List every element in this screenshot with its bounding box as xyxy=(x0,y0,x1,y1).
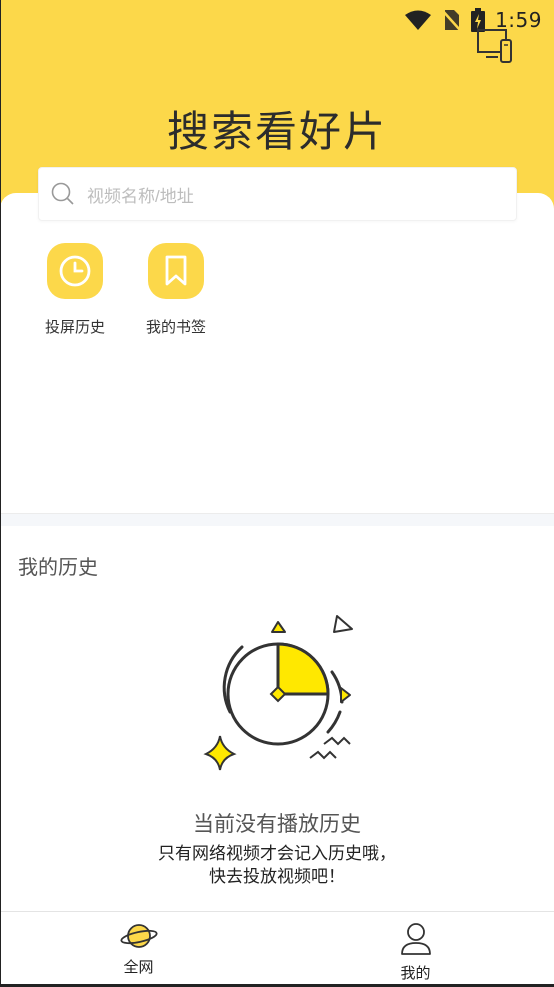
quick-action-bookmarks[interactable]: 我的书签 xyxy=(146,243,206,337)
no-sim-icon xyxy=(441,9,462,31)
quick-action-cast-history[interactable]: 投屏历史 xyxy=(45,243,105,337)
history-title: 我的历史 xyxy=(18,555,98,579)
search-input[interactable]: 视频名称/地址 xyxy=(38,167,517,221)
quick-action-label: 我的书签 xyxy=(146,318,207,336)
empty-history-title: 当前没有播放历史 xyxy=(193,812,361,836)
page-title: 搜索看好片 xyxy=(166,107,387,156)
empty-history-line: 只有网络视频才会记入历史哦， xyxy=(158,844,396,864)
empty-history-illustration xyxy=(203,615,353,771)
bookmark-icon xyxy=(165,255,187,286)
cast-screen-icon[interactable] xyxy=(476,26,516,66)
search-placeholder: 视频名称/地址 xyxy=(87,186,194,206)
search-icon xyxy=(51,182,74,205)
clock-icon xyxy=(59,255,91,287)
bottom-nav: 全网 我的 xyxy=(0,911,554,987)
status-bar: 1:59 xyxy=(0,0,554,40)
screen-edge xyxy=(0,0,1,987)
wifi-icon xyxy=(405,10,432,30)
content-card xyxy=(0,193,554,513)
section-divider xyxy=(0,513,554,526)
nav-label: 我的 xyxy=(400,964,431,982)
nav-label: 全网 xyxy=(123,958,154,976)
empty-history-message: 只有网络视频才会记入历史哦， 快去投放视频吧！ xyxy=(0,843,554,889)
nav-item-mine[interactable]: 我的 xyxy=(277,912,554,987)
quick-action-label: 投屏历史 xyxy=(45,318,106,336)
empty-history-line: 快去投放视频吧！ xyxy=(209,867,345,887)
user-icon xyxy=(400,923,431,955)
quick-action-icon-bg xyxy=(148,243,204,299)
nav-item-all-web[interactable]: 全网 xyxy=(0,912,277,987)
planet-icon xyxy=(119,924,158,948)
quick-action-icon-bg xyxy=(47,243,103,299)
